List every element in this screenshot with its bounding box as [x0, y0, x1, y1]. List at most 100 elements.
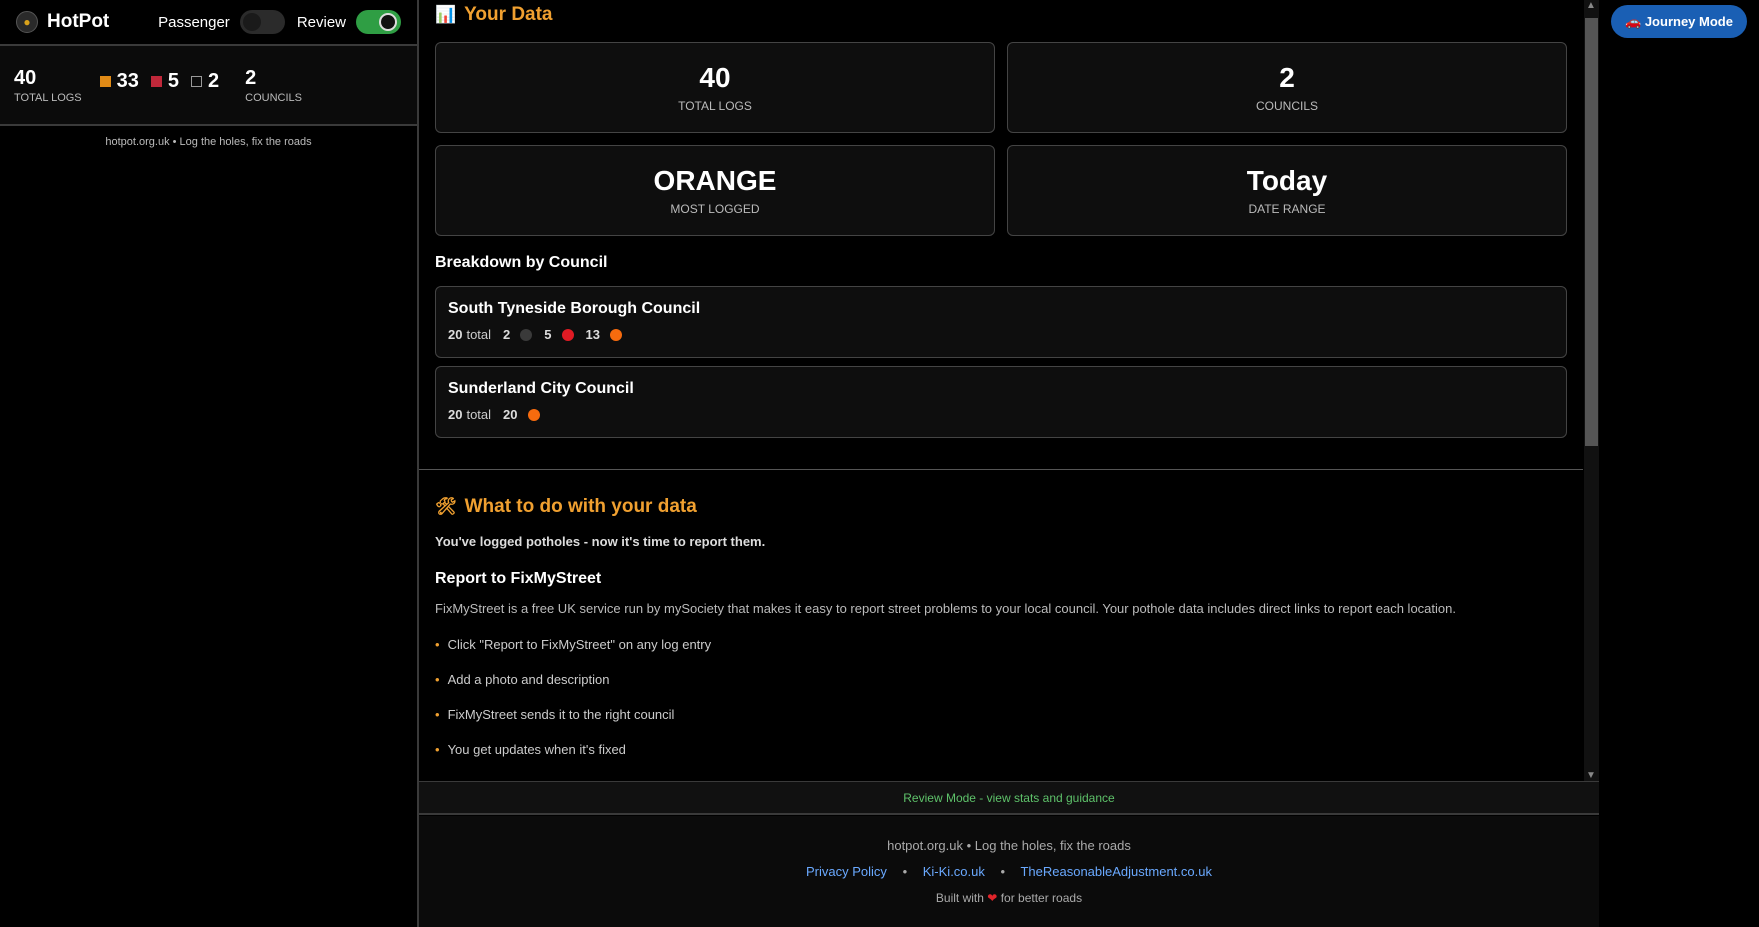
grey-dot-icon — [520, 328, 533, 341]
card-label: TOTAL LOGS — [678, 99, 752, 113]
red-count-value: 5 — [167, 69, 180, 92]
review-scroll-area[interactable]: 📊 Your Data 40 TOTAL LOGS 2 COUNCILS ORA… — [419, 0, 1599, 781]
top-bar: ● HotPot Passenger Review — [0, 0, 417, 46]
total-logs-label: TOTAL LOGS — [14, 91, 82, 104]
passenger-toggle[interactable] — [239, 10, 285, 34]
step-text: Add a photo and description — [447, 672, 610, 687]
council-total-label: total — [466, 327, 492, 342]
your-data-title: Your Data — [464, 4, 553, 25]
toggle-knob — [242, 13, 261, 31]
orange-count: 13 — [585, 327, 600, 342]
card-value: Today — [1246, 165, 1328, 196]
toggle-knob — [379, 13, 397, 31]
pot-icon: ● — [16, 11, 38, 33]
total-logs-value: 40 — [14, 66, 37, 89]
page-footer: hotpot.org.uk • Log the holes, fix the r… — [419, 816, 1599, 927]
report-description: FixMyStreet is a free UK service run by … — [435, 601, 1456, 616]
list-item: • Click "Report to FixMyStreet" on any lo… — [435, 637, 711, 672]
privacy-policy-link[interactable]: Privacy Policy — [806, 864, 887, 879]
orange-dot-icon — [609, 328, 622, 341]
bullet-icon: • — [435, 637, 440, 652]
stat-cards: 40 TOTAL LOGS 2 COUNCILS ORANGE MOST LOG… — [435, 42, 1567, 236]
card-value: ORANGE — [653, 165, 777, 196]
red-dot-icon — [561, 328, 574, 341]
card-value: 2 — [1279, 62, 1295, 93]
council-total: 20 — [448, 407, 463, 422]
review-toggle-label: Review — [296, 13, 346, 31]
sidebar-stats: 40 TOTAL LOGS 33 5 2 2 COUNCILS — [0, 46, 417, 126]
list-item: • FixMyStreet sends it to the right counc… — [435, 707, 711, 742]
list-item: • You get updates when it's fixed — [435, 742, 711, 777]
council-card-sunderland: Sunderland City Council 20 total 20 — [435, 366, 1567, 438]
bullet-icon: • — [435, 707, 440, 722]
app-title: HotPot — [47, 11, 110, 32]
card-value: 40 — [699, 62, 731, 93]
heart-icon: ❤ — [987, 891, 998, 905]
guidance-intro: You've logged potholes - now it's time t… — [435, 534, 766, 549]
grey-count: 2 — [503, 327, 511, 342]
step-text: You get updates when it's fixed — [447, 742, 626, 757]
chart-icon: 📊 — [435, 5, 457, 24]
councils-card: 2 COUNCILS — [1007, 42, 1567, 133]
orange-dot-icon — [527, 408, 540, 421]
reasonable-adjustment-link[interactable]: TheReasonableAdjustment.co.uk — [1020, 864, 1212, 879]
councils-label: COUNCILS — [245, 91, 302, 104]
council-total: 20 — [448, 327, 463, 342]
guidance-title: What to do with your data — [464, 496, 697, 517]
councils-stat: 2 COUNCILS — [245, 67, 302, 104]
bullet-icon: • — [435, 742, 440, 757]
built-suffix: for better roads — [1000, 891, 1083, 905]
council-counts: 20 total 2 5 13 — [448, 327, 1554, 342]
built-prefix: Built with — [935, 891, 984, 905]
ki-ki-link[interactable]: Ki-Ki.co.uk — [923, 864, 985, 879]
council-total-label: total — [466, 407, 492, 422]
sidebar-footer: hotpot.org.uk • Log the holes, fix the r… — [105, 136, 312, 148]
footer-links: Privacy Policy • Ki-Ki.co.uk • TheReason… — [419, 864, 1599, 879]
status-bar: Review Mode - view stats and guidance — [419, 781, 1599, 815]
council-name: Sunderland City Council — [448, 380, 634, 397]
date-range-card: Today DATE RANGE — [1007, 145, 1567, 236]
orange-count-value: 33 — [116, 69, 139, 92]
scrollbar-thumb[interactable] — [1585, 18, 1598, 446]
your-data-heading: 📊 Your Data — [435, 4, 553, 26]
separator: • — [1000, 864, 1006, 879]
scrollbar[interactable]: ▲ ▼ — [1584, 0, 1599, 781]
separator: • — [902, 864, 908, 879]
councils-value: 2 — [245, 66, 257, 89]
built-with: Built with ❤ for better roads — [419, 891, 1599, 905]
report-title: Report to FixMyStreet — [435, 570, 602, 587]
orange-square-icon — [99, 75, 111, 87]
sidebar: ● HotPot Passenger Review 40 TOTAL LOGS … — [0, 0, 419, 927]
grey-count: 2 — [191, 70, 219, 93]
bullet-icon: • — [435, 672, 440, 687]
total-logs-card: 40 TOTAL LOGS — [435, 42, 995, 133]
red-count: 5 — [150, 69, 180, 93]
guidance-heading: 🛠 What to do with your data — [435, 496, 697, 518]
list-item: • Add a photo and description — [435, 672, 711, 707]
total-logs-stat: 40 TOTAL LOGS — [14, 67, 82, 104]
footer-tagline: hotpot.org.uk • Log the holes, fix the r… — [887, 838, 1131, 853]
scroll-down-icon[interactable]: ▼ — [1586, 770, 1596, 781]
scroll-up-icon[interactable]: ▲ — [1586, 0, 1596, 11]
council-counts: 20 total 20 — [448, 407, 1554, 422]
review-toggle[interactable] — [356, 10, 401, 34]
step-text: FixMyStreet sends it to the right counci… — [447, 707, 675, 722]
tools-icon: 🛠 — [435, 497, 457, 516]
red-square-icon — [150, 75, 162, 87]
breakdown-title: Breakdown by Council — [435, 254, 608, 271]
step-text: Click "Report to FixMyStreet" on any log… — [447, 637, 712, 652]
card-label: DATE RANGE — [1248, 202, 1326, 216]
council-card-south-tyneside: South Tyneside Borough Council 20 total … — [435, 286, 1567, 358]
section-divider — [419, 469, 1583, 470]
orange-count: 33 — [99, 69, 139, 93]
card-label: COUNCILS — [1255, 99, 1318, 113]
grey-square-icon — [191, 75, 203, 87]
report-steps: • Click "Report to FixMyStreet" on any lo… — [435, 637, 711, 777]
journey-mode-button[interactable]: 🚗 Journey Mode — [1611, 5, 1747, 38]
review-panel: 📊 Your Data 40 TOTAL LOGS 2 COUNCILS ORA… — [419, 0, 1599, 927]
grey-count-value: 2 — [208, 69, 220, 92]
card-label: MOST LOGGED — [670, 202, 760, 216]
orange-count: 20 — [503, 407, 518, 422]
passenger-toggle-label: Passenger — [158, 13, 230, 31]
council-name: South Tyneside Borough Council — [448, 300, 701, 317]
